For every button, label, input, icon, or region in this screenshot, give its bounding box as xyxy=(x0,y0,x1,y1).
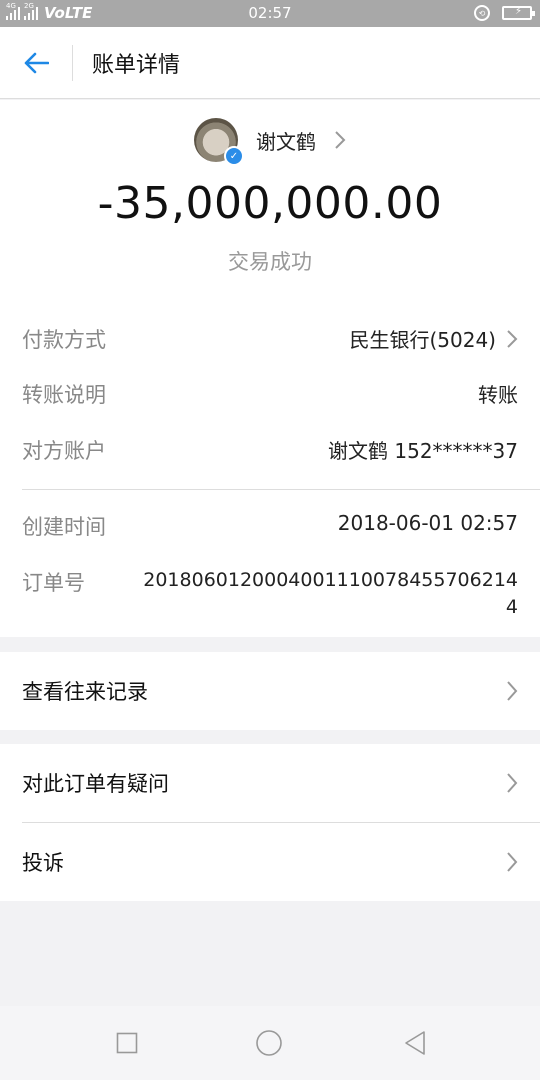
chevron-right-icon xyxy=(507,681,518,701)
amount: -35,000,000.00 xyxy=(97,178,443,229)
created-time-label: 创建时间 xyxy=(22,515,106,539)
view-history-label: 查看往来记录 xyxy=(22,680,148,704)
payment-method-value-wrap: 民生银行(5024) xyxy=(349,324,518,353)
verified-icon: ✓ xyxy=(224,146,244,166)
chevron-right-icon xyxy=(335,131,346,149)
home-button[interactable] xyxy=(254,1028,284,1058)
complaint-item[interactable]: 投诉 xyxy=(0,823,540,901)
order-number-row: 订单号 2018060120004001110078455706214 4 xyxy=(22,567,518,621)
divider xyxy=(22,489,540,490)
payee-name: 谢文鹤 xyxy=(256,129,316,154)
order-number-value: 2018060120004001110078455706214 4 xyxy=(143,569,518,618)
transfer-note-label: 转账说明 xyxy=(22,383,106,407)
payment-method-row[interactable]: 付款方式 民生银行(5024) xyxy=(22,324,518,354)
chevron-right-icon xyxy=(507,852,518,872)
transaction-status: 交易成功 xyxy=(228,250,312,274)
transfer-note-row: 转账说明 转账 xyxy=(22,379,518,409)
view-history-item[interactable]: 查看往来记录 xyxy=(0,652,540,730)
back-arrow-icon xyxy=(24,52,49,74)
battery-icon: ⚡ xyxy=(502,6,535,20)
status-bar-right: ⟲ ⚡ xyxy=(474,5,535,21)
page-title: 账单详情 xyxy=(92,53,181,78)
counterparty-value: 谢文鹤 152******37 xyxy=(328,439,518,463)
back-button[interactable] xyxy=(16,45,56,81)
created-time-value: 2018-06-01 02:57 xyxy=(337,511,518,535)
created-time-row: 创建时间 2018-06-01 02:57 xyxy=(22,511,518,541)
order-question-label: 对此订单有疑问 xyxy=(22,772,169,796)
history-section: 查看往来记录 xyxy=(0,652,540,730)
payment-method-label: 付款方式 xyxy=(22,328,106,352)
transfer-note-value: 转账 xyxy=(478,383,518,407)
chevron-right-icon xyxy=(507,329,518,348)
order-question-item[interactable]: 对此订单有疑问 xyxy=(0,744,540,822)
triangle-back-icon xyxy=(405,1031,425,1055)
recents-button[interactable] xyxy=(112,1028,142,1058)
complaint-label: 投诉 xyxy=(22,851,64,875)
avatar: ✓ xyxy=(194,118,244,166)
status-bar: 4G 2G VoLTE 02:57 ⟲ ⚡ xyxy=(0,0,540,27)
system-nav-bar xyxy=(0,1006,540,1080)
status-time: 02:57 xyxy=(248,4,292,22)
counterparty-label: 对方账户 xyxy=(22,439,106,463)
payee-link[interactable]: ✓ 谢文鹤 xyxy=(0,117,540,166)
payment-method-value: 民生银行(5024) xyxy=(349,328,496,352)
circle-icon xyxy=(256,1030,282,1056)
support-section: 对此订单有疑问 投诉 xyxy=(0,744,540,901)
counterparty-row: 对方账户 谢文鹤 152******37 xyxy=(22,435,518,465)
header-divider xyxy=(72,45,73,81)
order-number-label: 订单号 xyxy=(22,571,85,595)
top-bar: 账单详情 xyxy=(0,27,540,99)
square-icon xyxy=(116,1032,138,1054)
bill-summary: ✓ 谢文鹤 -35,000,000.00 交易成功 付款方式 民生银行(5024… xyxy=(0,100,540,637)
rotation-lock-icon: ⟲ xyxy=(474,5,490,21)
chevron-right-icon xyxy=(507,773,518,793)
back-nav-button[interactable] xyxy=(400,1028,430,1058)
